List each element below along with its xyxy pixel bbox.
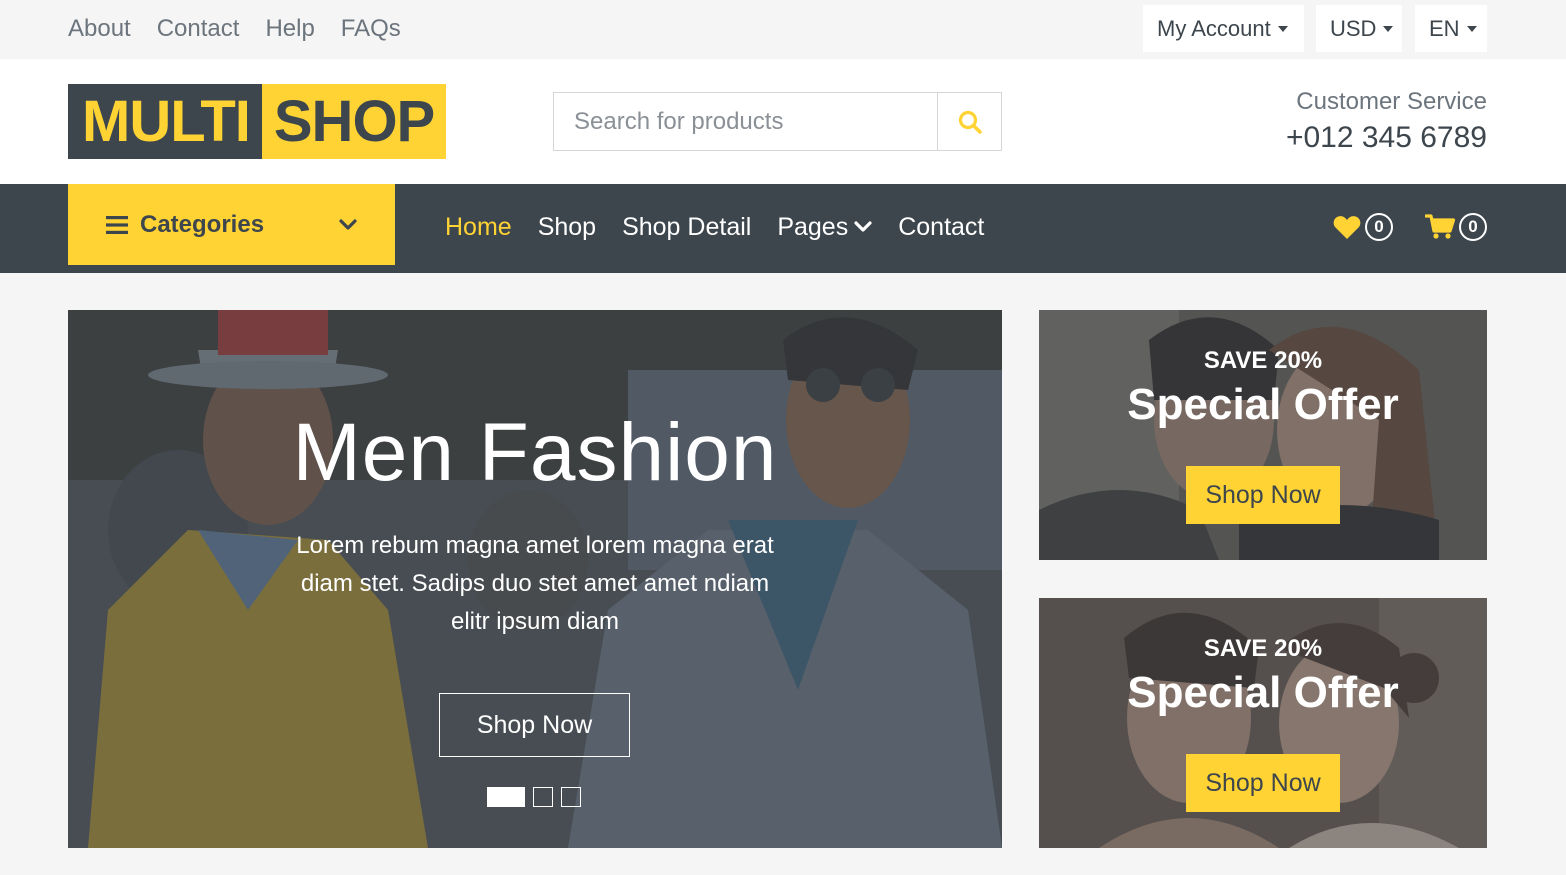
offer-caption-1: SAVE 20% Special Offer xyxy=(1039,345,1487,433)
customer-service: Customer Service +012 345 6789 xyxy=(1286,86,1487,158)
top-link-faqs[interactable]: FAQs xyxy=(341,14,401,44)
top-link-help[interactable]: Help xyxy=(265,14,314,44)
top-link-about[interactable]: About xyxy=(68,14,131,44)
heart-icon xyxy=(1333,215,1361,239)
logo-part-2: SHOP xyxy=(261,84,447,159)
carousel-indicator-1[interactable] xyxy=(487,787,525,807)
search-form xyxy=(553,92,1002,151)
wishlist-button[interactable]: 0 xyxy=(1333,213,1393,241)
hero-caption: Men Fashion Lorem rebum magna amet lorem… xyxy=(68,405,1002,641)
customer-service-label: Customer Service xyxy=(1296,88,1487,115)
site-logo[interactable]: MULTI SHOP xyxy=(68,84,447,159)
chevron-down-icon xyxy=(339,218,357,230)
caret-down-icon xyxy=(1383,25,1394,32)
hero-carousel: Men Fashion Lorem rebum magna amet lorem… xyxy=(68,310,1002,848)
offer-save-label: SAVE 20% xyxy=(1203,347,1323,374)
top-link-contact[interactable]: Contact xyxy=(157,14,240,44)
offer-save-label: SAVE 20% xyxy=(1203,635,1323,662)
main-navbar: Categories Home Shop Shop Detail Pages C… xyxy=(0,184,1566,273)
shopping-cart-icon xyxy=(1425,214,1455,239)
nav-links: Home Shop Shop Detail Pages Contact xyxy=(445,210,984,244)
offer-title: Special Offer xyxy=(1127,380,1399,429)
carousel-indicator-3[interactable] xyxy=(561,787,581,807)
offer-card-1: SAVE 20% Special Offer Shop Now xyxy=(1039,310,1487,560)
language-label: EN xyxy=(1429,15,1460,41)
currency-dropdown[interactable]: USD xyxy=(1316,5,1402,52)
nav-link-shop-detail[interactable]: Shop Detail xyxy=(622,210,751,244)
nav-icons: 0 0 xyxy=(1333,213,1487,241)
customer-service-phone: +012 345 6789 xyxy=(1285,121,1487,154)
offer-shop-now-button[interactable]: Shop Now xyxy=(1186,754,1340,812)
my-account-dropdown[interactable]: My Account xyxy=(1143,5,1304,52)
logo-part-1: MULTI xyxy=(68,84,262,159)
nav-link-contact[interactable]: Contact xyxy=(898,210,984,244)
cart-button[interactable]: 0 xyxy=(1425,213,1487,241)
offer-card-2: SAVE 20% Special Offer Shop Now xyxy=(1039,598,1487,848)
top-links: About Contact Help FAQs xyxy=(68,14,401,44)
caret-down-icon xyxy=(1466,25,1477,32)
topbar: About Contact Help FAQs My Account USD E… xyxy=(0,0,1566,59)
carousel-indicator-2[interactable] xyxy=(533,787,553,807)
cart-count-badge: 0 xyxy=(1459,213,1487,241)
currency-label: USD xyxy=(1330,15,1377,41)
hero-shop-now-button[interactable]: Shop Now xyxy=(439,693,630,757)
offer-shop-now-button[interactable]: Shop Now xyxy=(1186,466,1340,524)
offer-caption-2: SAVE 20% Special Offer xyxy=(1039,633,1487,721)
language-dropdown[interactable]: EN xyxy=(1415,5,1487,52)
search-icon xyxy=(958,110,982,134)
nav-link-home[interactable]: Home xyxy=(445,210,512,244)
hero-title: Men Fashion xyxy=(292,407,778,498)
caret-down-icon xyxy=(1277,25,1288,32)
nav-link-shop[interactable]: Shop xyxy=(538,210,596,244)
nav-link-pages[interactable]: Pages xyxy=(777,210,872,244)
search-input[interactable] xyxy=(554,93,937,150)
nav-link-pages-label: Pages xyxy=(777,213,849,241)
carousel-indicators xyxy=(487,787,581,807)
bars-icon xyxy=(106,215,128,234)
chevron-down-icon xyxy=(854,221,872,232)
my-account-label: My Account xyxy=(1157,15,1271,41)
hero-text: Lorem rebum magna amet lorem magna erat … xyxy=(296,532,774,635)
wishlist-count-badge: 0 xyxy=(1365,213,1393,241)
offer-title: Special Offer xyxy=(1127,668,1399,717)
categories-label: Categories xyxy=(140,210,265,238)
categories-toggle[interactable]: Categories xyxy=(68,184,395,265)
search-button[interactable] xyxy=(937,93,1001,150)
header: MULTI SHOP Customer Service +012 345 678… xyxy=(0,59,1566,184)
